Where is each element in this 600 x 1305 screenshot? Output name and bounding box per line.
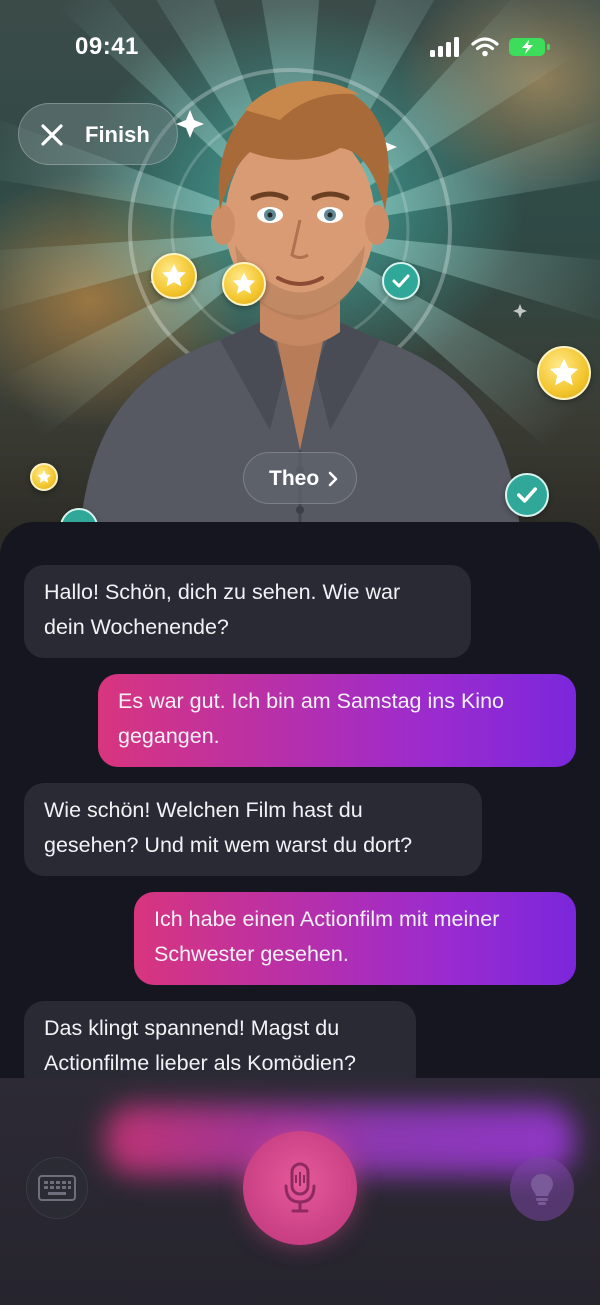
hint-button[interactable] [510, 1157, 574, 1221]
message-line: Actionfilme lieber als Komödien? [44, 1051, 356, 1075]
message-line: dein Wochenende? [44, 615, 229, 639]
user-message-bubble: Ich habe einen Actionfilm mit meiner Sch… [134, 892, 576, 985]
microphone-icon [284, 1162, 316, 1213]
checkmark-icon [382, 262, 420, 300]
star-coin-icon [30, 463, 58, 491]
message-line: gegangen. [118, 724, 220, 748]
message-line: gesehen? Und mit wem warst du dort? [44, 833, 413, 857]
finish-label: Finish [85, 122, 150, 147]
message-line: Das klingt spannend! Magst du [44, 1016, 340, 1040]
keyboard-icon [38, 1175, 76, 1201]
star-coin-icon [222, 262, 266, 306]
message-line: Ich habe einen Actionfilm mit meiner [154, 907, 500, 931]
signal-icon [430, 37, 459, 57]
character-name: Theo [269, 467, 320, 490]
status-bar: 09:41 [0, 0, 600, 96]
message-line: Es war gut. Ich bin am Samstag ins Kino [118, 689, 504, 713]
microphone-button[interactable] [243, 1131, 357, 1245]
keyboard-button[interactable] [26, 1157, 88, 1219]
character-name-button[interactable]: Theo [243, 452, 357, 504]
chevron-right-icon [328, 471, 338, 487]
battery-charging-icon [509, 38, 550, 56]
message-line: Wie schön! Welchen Film hast du [44, 798, 363, 822]
wifi-icon [471, 37, 499, 57]
star-coin-icon [151, 253, 197, 299]
star-coin-icon [537, 346, 591, 400]
checkmark-icon [505, 473, 549, 517]
user-message-bubble: Es war gut. Ich bin am Samstag ins Kino … [98, 674, 576, 767]
close-icon [41, 124, 63, 146]
finish-button[interactable]: Finish [18, 103, 178, 165]
message-line: Hallo! Schön, dich zu sehen. Wie war [44, 580, 401, 604]
ai-message-bubble: Hallo! Schön, dich zu sehen. Wie war dei… [24, 565, 471, 658]
status-time: 09:41 [75, 33, 139, 60]
ai-message-bubble: Wie schön! Welchen Film hast du gesehen?… [24, 783, 482, 876]
message-line: Schwester gesehen. [154, 942, 349, 966]
lightbulb-icon [531, 1174, 553, 1205]
